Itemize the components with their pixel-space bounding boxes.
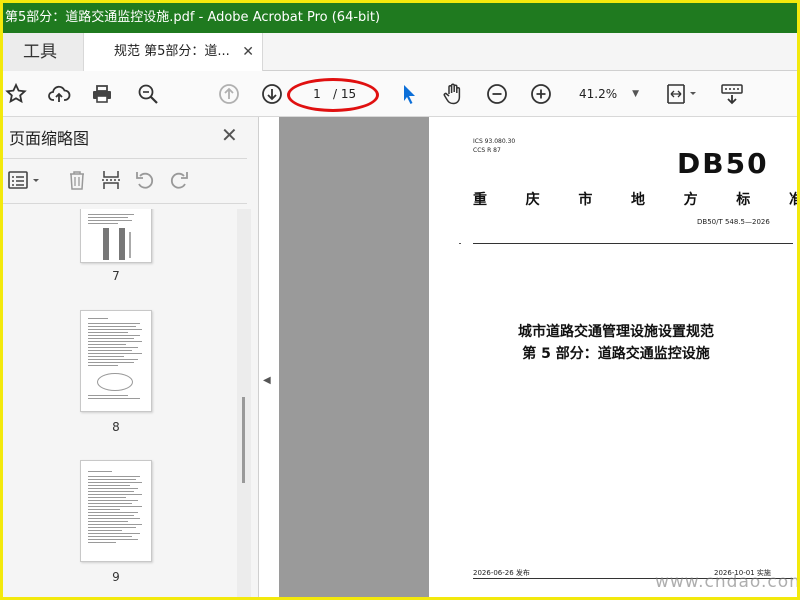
page-thumbnail[interactable] <box>80 209 152 263</box>
star-icon[interactable] <box>3 81 29 107</box>
annotation-ellipse <box>287 78 379 112</box>
document-subtitle: 第 5 部分：道路交通监控设施 <box>522 346 710 362</box>
issuing-body: 重 庆 市 地 方 标 准 <box>473 192 797 208</box>
tab-close-icon[interactable]: ✕ <box>242 33 254 71</box>
document-title: 城市道路交通管理设施设置规范 <box>518 324 714 340</box>
tab-tools[interactable]: 工具 <box>3 33 83 71</box>
page-thumbnail[interactable] <box>80 310 152 412</box>
printer-icon[interactable] <box>89 81 115 107</box>
panel-close-icon[interactable]: ✕ <box>221 123 238 147</box>
thumbnail-panel: 页面缩略图 ✕ 7 8 9 <box>3 117 259 597</box>
keyboard-scroll-icon[interactable] <box>719 81 745 107</box>
thumbnail-page-number: 9 <box>112 570 120 584</box>
insert-page-icon[interactable] <box>98 167 124 193</box>
main-toolbar: 1 / 15 41.2% ▼ <box>3 71 797 117</box>
hand-tool-icon[interactable] <box>440 81 466 107</box>
divider <box>473 243 793 244</box>
search-zoom-icon[interactable] <box>135 81 161 107</box>
tab-document-label: 规范 第5部分：道... <box>114 44 230 59</box>
thumbnail-page-number: 8 <box>112 420 120 434</box>
app-window: 第5部分：道路交通监控设施.pdf - Adobe Acrobat Pro (6… <box>0 0 800 600</box>
standard-logo: DB50 <box>677 147 769 180</box>
site-watermark: www.cndao.com <box>655 572 800 592</box>
zoom-out-icon[interactable] <box>484 81 510 107</box>
cloud-upload-icon[interactable] <box>46 81 72 107</box>
page-up-icon[interactable] <box>216 81 242 107</box>
ics-code: ICS 93.080.30 CCS R 87 <box>473 138 516 154</box>
thumbnail-options-icon[interactable] <box>5 167 45 193</box>
fit-page-icon[interactable] <box>663 81 699 107</box>
tab-strip: 工具 规范 第5部分：道... ✕ <box>3 33 797 71</box>
standard-number: DB50/T 548.5—2026 <box>697 218 770 226</box>
trash-icon[interactable] <box>64 167 90 193</box>
chevron-down-icon: ▼ <box>632 89 639 99</box>
zoom-level-select[interactable]: 41.2% ▼ <box>569 81 645 107</box>
page-down-icon[interactable] <box>259 81 285 107</box>
zoom-level-value: 41.2% <box>579 87 618 101</box>
page-thumbnail[interactable] <box>80 460 152 562</box>
pdf-page: ICS 93.080.30 CCS R 87 DB50 重 庆 市 地 方 标 … <box>429 117 797 597</box>
thumbnail-page-number: 7 <box>112 269 120 283</box>
thumbnail-list: 7 8 9 <box>3 209 237 597</box>
thumbnail-scrollbar[interactable] <box>237 209 251 597</box>
divider <box>459 243 461 244</box>
panel-title: 页面缩略图 <box>9 129 90 148</box>
window-title: 第5部分：道路交通监控设施.pdf - Adobe Acrobat Pro (6… <box>5 10 381 25</box>
publish-date: 2026-06-26 发布 <box>473 569 530 577</box>
rotate-right-icon[interactable] <box>166 167 192 193</box>
scrollbar-thumb[interactable] <box>242 397 245 483</box>
collapse-panel-icon[interactable]: ◀ <box>263 375 271 386</box>
divider <box>3 203 247 204</box>
divider <box>3 158 247 159</box>
tab-document[interactable]: 规范 第5部分：道... ✕ <box>83 33 263 71</box>
title-bar: 第5部分：道路交通监控设施.pdf - Adobe Acrobat Pro (6… <box>3 3 797 33</box>
document-view[interactable]: ICS 93.080.30 CCS R 87 DB50 重 庆 市 地 方 标 … <box>279 117 797 597</box>
rotate-left-icon[interactable] <box>132 167 158 193</box>
zoom-in-icon[interactable] <box>528 81 554 107</box>
select-arrow-icon[interactable] <box>396 81 422 107</box>
